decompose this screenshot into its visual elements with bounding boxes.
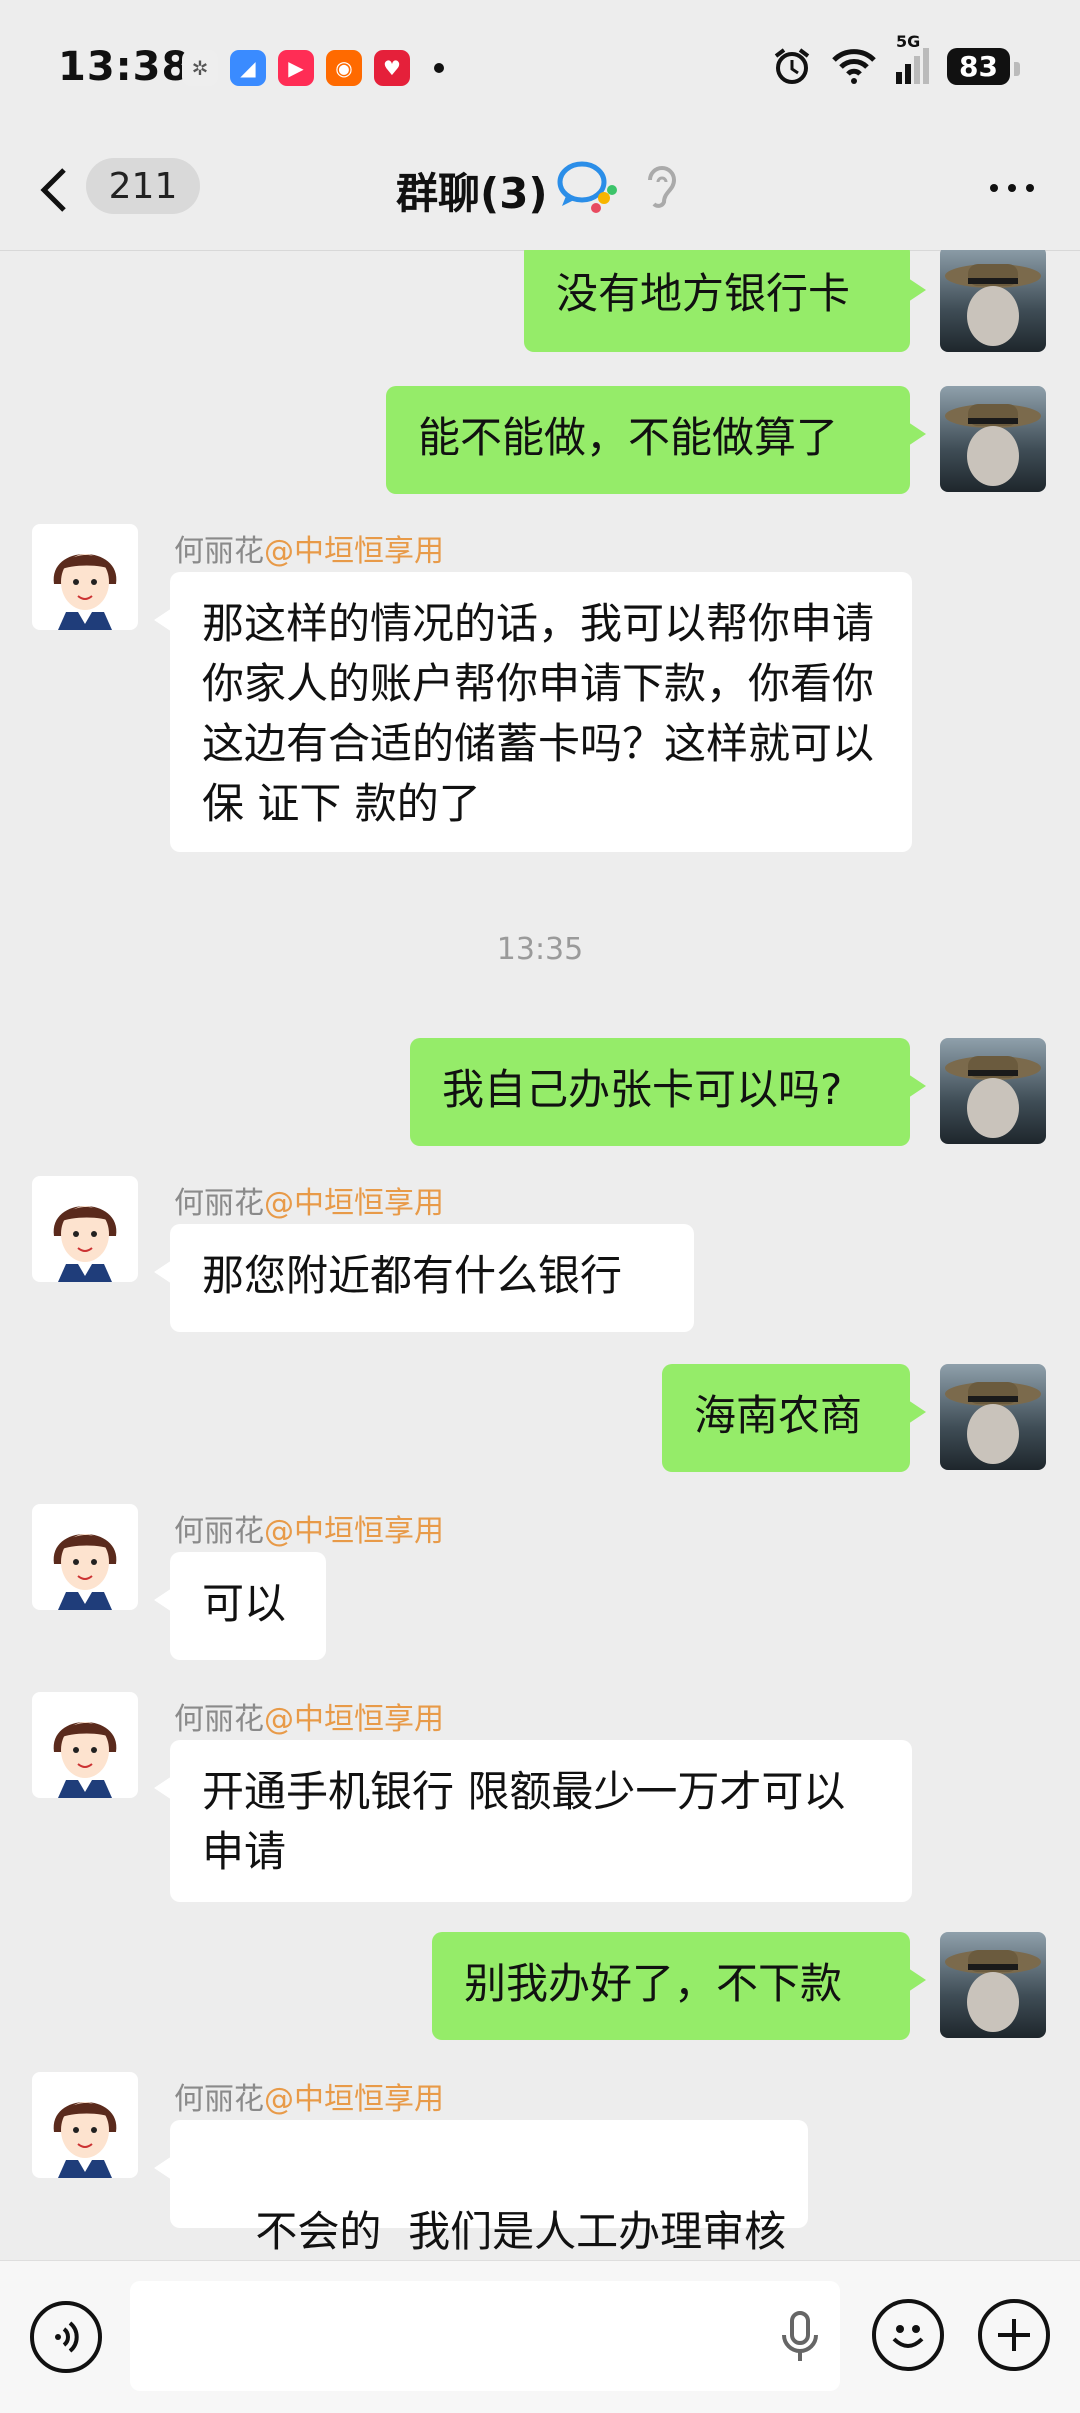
sender-name: 何丽花@中垣恒享用 bbox=[174, 1178, 444, 1222]
sender-tag: @中垣恒享用 bbox=[264, 2082, 444, 2117]
message-bubble-self[interactable]: 海南农商 bbox=[662, 1364, 926, 1472]
message-bubble-other[interactable]: 那您附近都有什么银行 bbox=[154, 1224, 694, 1332]
sender-tag: @中垣恒享用 bbox=[264, 1186, 444, 1221]
sender-name: 何丽花@中垣恒享用 bbox=[174, 1694, 444, 1738]
avatar[interactable] bbox=[940, 1932, 1046, 2038]
message-bubble-other[interactable]: 那这样的情况的话，我可以帮你申请你家人的账户帮你申请下款，你看你这边有合适的储蓄… bbox=[154, 572, 912, 852]
sender-name: 何丽花@中垣恒享用 bbox=[174, 1506, 444, 1550]
message-bubble-other[interactable]: 可以 bbox=[154, 1552, 326, 1660]
wifi-icon bbox=[832, 49, 876, 84]
more-icon bbox=[990, 184, 998, 192]
video-app-icon: ▶ bbox=[278, 50, 314, 86]
avatar[interactable] bbox=[940, 250, 1046, 352]
status-bar: 13:38 ✲ ◢ ▶ ◉ ♥ 5G 83 bbox=[0, 0, 1080, 140]
message-text: 那您附近都有什么银行 bbox=[202, 1251, 623, 1300]
message-list[interactable]: 没有地方银行卡 能不能做，不能做算了 何丽花@中垣恒享用 那这样的情况的话，我可… bbox=[0, 250, 1080, 2260]
message-input[interactable] bbox=[130, 2281, 840, 2391]
message-timestamp: 13:35 bbox=[496, 932, 584, 967]
message-text: 不会的 我们是人工办理审核 bbox=[255, 2207, 787, 2256]
alarm-icon bbox=[774, 48, 810, 84]
cellular-signal-icon: 5G bbox=[896, 32, 930, 84]
message-text: 海南农商 bbox=[694, 1391, 863, 1440]
message-text: 没有地方银行卡 bbox=[556, 269, 851, 318]
microphone-icon bbox=[782, 2311, 818, 2361]
avatar[interactable] bbox=[940, 1038, 1046, 1144]
message-bubble-self[interactable]: 别我办好了，不下款 bbox=[432, 1932, 926, 2040]
sender-tag: @中垣恒享用 bbox=[264, 1702, 444, 1737]
page-title: 群聊(3) bbox=[396, 169, 548, 218]
message-bubble-other[interactable]: 不会的 我们是人工办理审核 bbox=[154, 2120, 808, 2256]
sender-tag: @中垣恒享用 bbox=[264, 1514, 444, 1549]
more-button[interactable] bbox=[990, 184, 1034, 192]
clock-app-icon: ✲ bbox=[182, 50, 218, 86]
sender-name: 何丽花@中垣恒享用 bbox=[174, 2074, 444, 2118]
sender-name-text: 何丽花 bbox=[174, 1702, 264, 1737]
more-notifications-icon bbox=[434, 63, 444, 73]
shopping-app-icon: ◉ bbox=[326, 50, 362, 86]
group-chat-icon bbox=[556, 158, 618, 218]
message-bubble-other[interactable]: 开通手机银行 限额最少一万才可以申请 bbox=[154, 1740, 912, 1902]
notification-icons: ✲ ◢ ▶ ◉ ♥ bbox=[182, 50, 444, 86]
emoji-button[interactable] bbox=[872, 2299, 944, 2371]
message-text: 可以 bbox=[202, 1579, 287, 1628]
sender-name: 何丽花@中垣恒享用 bbox=[174, 526, 444, 570]
chat-header: 211 群聊(3) bbox=[0, 140, 1080, 251]
avatar[interactable] bbox=[32, 1504, 138, 1610]
back-button[interactable] bbox=[38, 160, 78, 220]
browser-app-icon: ◢ bbox=[230, 50, 266, 86]
avatar[interactable] bbox=[32, 1692, 138, 1798]
message-bubble-self[interactable]: 没有地方银行卡 bbox=[524, 250, 926, 352]
network-type: 5G bbox=[896, 32, 921, 51]
message-text: 能不能做，不能做算了 bbox=[418, 413, 839, 462]
emoji-icon bbox=[892, 2325, 924, 2348]
back-arrow-icon bbox=[40, 168, 66, 212]
social-app-icon: ♥ bbox=[374, 50, 410, 86]
status-time: 13:38 bbox=[58, 44, 191, 90]
plus-icon bbox=[998, 2319, 1030, 2351]
sender-tag: @中垣恒享用 bbox=[264, 534, 444, 569]
ear-icon[interactable] bbox=[640, 162, 680, 216]
sender-name-text: 何丽花 bbox=[174, 1186, 264, 1221]
sender-name-text: 何丽花 bbox=[174, 1514, 264, 1549]
avatar[interactable] bbox=[940, 386, 1046, 492]
microphone-button[interactable] bbox=[780, 2311, 820, 2367]
voice-toggle-button[interactable] bbox=[30, 2301, 102, 2373]
sender-name-text: 何丽花 bbox=[174, 2082, 264, 2117]
message-text: 那这样的情况的话，我可以帮你申请你家人的账户帮你申请下款，你看你这边有合适的储蓄… bbox=[202, 599, 875, 828]
message-text: 开通手机银行 限额最少一万才可以申请 bbox=[202, 1767, 846, 1876]
message-text: 别我办好了，不下款 bbox=[464, 1959, 843, 2008]
plus-button[interactable] bbox=[978, 2299, 1050, 2371]
voice-toggle-icon bbox=[55, 2321, 79, 2353]
message-text: 我自己办张卡可以吗? bbox=[442, 1065, 843, 1114]
message-bubble-self[interactable]: 能不能做，不能做算了 bbox=[386, 386, 926, 494]
avatar[interactable] bbox=[32, 524, 138, 630]
sender-name-text: 何丽花 bbox=[174, 534, 264, 569]
message-bubble-self[interactable]: 我自己办张卡可以吗? bbox=[410, 1038, 926, 1146]
unread-count-badge[interactable]: 211 bbox=[86, 158, 200, 214]
battery-indicator: 83 bbox=[947, 47, 1020, 85]
avatar[interactable] bbox=[32, 1176, 138, 1282]
avatar[interactable] bbox=[32, 2072, 138, 2178]
avatar[interactable] bbox=[940, 1364, 1046, 1470]
input-bar bbox=[0, 2260, 1080, 2413]
